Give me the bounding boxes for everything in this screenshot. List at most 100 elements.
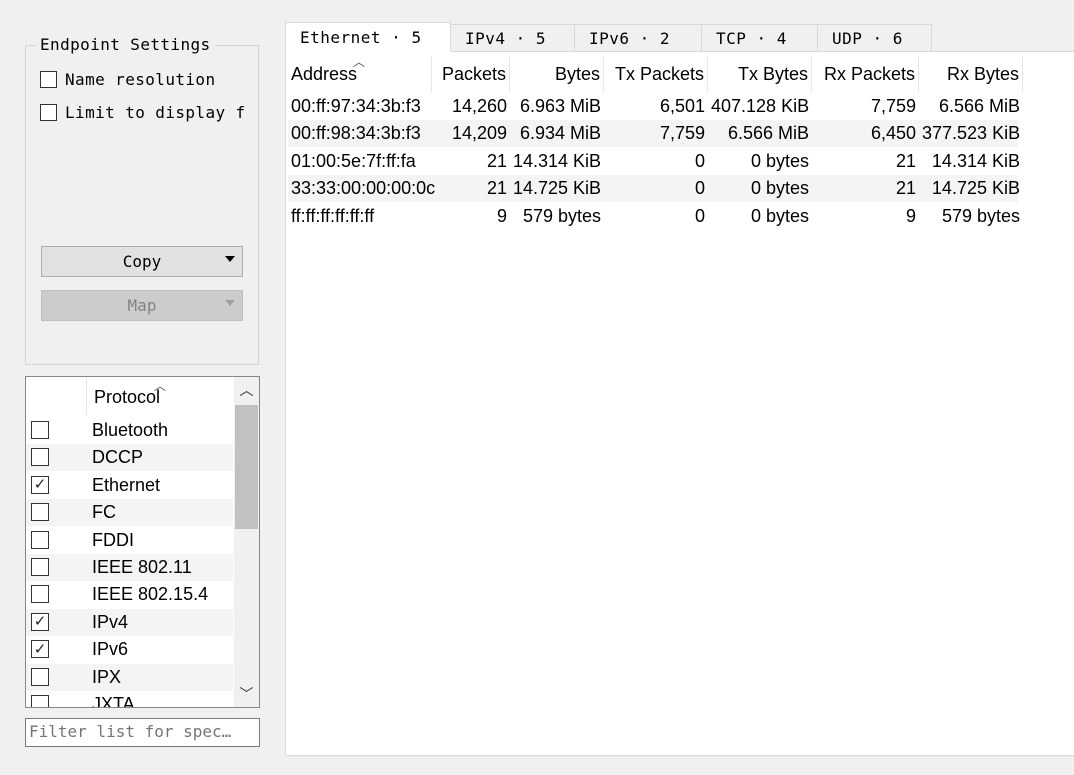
protocol-checkbox[interactable] (31, 448, 49, 467)
column-separator (86, 377, 87, 415)
protocol-checkbox[interactable]: ✓ (31, 475, 49, 494)
column-header-tx-packets[interactable]: Tx Packets (604, 56, 708, 92)
checkmark-icon: ✓ (33, 640, 47, 658)
protocol-list-item[interactable]: FC (26, 499, 233, 527)
protocol-checkbox[interactable] (31, 421, 49, 439)
limit-display-label: Limit to display f (65, 103, 246, 122)
table-cell: 9 (905, 205, 916, 226)
column-header-label: Tx Packets (614, 63, 704, 84)
tab-udp[interactable]: UDP · 6 (817, 24, 932, 51)
table-cell: 00:ff:98:34:3b:f3 (291, 123, 421, 144)
protocol-name: Bluetooth (92, 420, 169, 440)
protocol-column-header[interactable]: Protocol (94, 387, 160, 408)
column-header-address[interactable]: Address ︿ (288, 55, 432, 92)
protocol-filter-input[interactable]: Filter list for spec… (25, 718, 260, 747)
column-header-label: Bytes (554, 63, 600, 84)
scroll-up-icon[interactable]: ︿ (234, 377, 259, 403)
table-cell: 21 (895, 150, 916, 171)
scrollbar-thumb[interactable] (235, 405, 258, 529)
protocol-name: DCCP (92, 447, 144, 468)
table-cell: 579 bytes (941, 205, 1020, 226)
table-row[interactable]: 00:ff:97:34:3b:f3 14,260 6.963 MiB 6,501 407… (288, 93, 1020, 120)
chevron-down-icon (225, 300, 235, 306)
protocol-list[interactable]: ︿ Protocol Bluetooth DCCP ✓ Ethernet FC FDDI I… (25, 376, 260, 708)
protocol-list-header[interactable]: ︿ Protocol (26, 377, 233, 416)
table-cell: 6.566 MiB (938, 96, 1020, 116)
protocol-checkbox[interactable] (31, 503, 49, 522)
limit-display-checkbox[interactable] (40, 104, 57, 121)
column-header-tx-bytes[interactable]: Tx Bytes (708, 56, 812, 92)
table-row[interactable]: 00:ff:98:34:3b:f3 14,209 6.934 MiB 7,759 6.5… (288, 120, 1020, 148)
protocol-checkbox[interactable] (31, 530, 49, 549)
protocol-checkbox[interactable] (31, 695, 49, 707)
table-cell: 377.523 KiB (922, 123, 1021, 144)
limit-display-option[interactable]: Limit to display f (40, 103, 255, 122)
tab-ipv6[interactable]: IPv6 · 2 (574, 24, 702, 51)
protocol-name: IEEE 802.11 (92, 557, 192, 577)
protocol-list-item[interactable]: ✓ IPv6 (26, 636, 233, 663)
table-row[interactable]: ff:ff:ff:ff:ff:ff 9 579 bytes 0 0 bytes 9 579 … (288, 203, 1020, 230)
table-cell: 14.314 KiB (931, 150, 1020, 171)
name-resolution-label: Name resolution (65, 70, 216, 89)
column-header-packets[interactable]: Packets (432, 56, 510, 92)
table-cell: 33:33:00:00:00:0c (291, 178, 436, 199)
table-cell: 21 (895, 178, 916, 199)
endpoint-settings-legend: Endpoint Settings (36, 35, 215, 54)
protocol-list-item[interactable]: DCCP (26, 444, 233, 472)
protocol-name: IPX (92, 666, 122, 687)
column-header-label: Rx Bytes (946, 63, 1019, 84)
protocol-name: IPv6 (92, 639, 129, 660)
table-cell: 579 bytes (522, 205, 601, 226)
name-resolution-option[interactable]: Name resolution (40, 70, 255, 89)
table-cell: 21 (486, 178, 507, 199)
table-cell: 6,501 (659, 96, 705, 116)
column-header-label: Tx Bytes (737, 63, 808, 84)
protocol-list-item[interactable]: ✓ IPv4 (26, 608, 233, 636)
protocol-name: JXTA (92, 694, 135, 708)
tab-ipv4[interactable]: IPv4 · 5 (450, 24, 575, 51)
table-cell: 00:ff:97:34:3b:f3 (291, 96, 421, 116)
table-cell: 0 (694, 178, 705, 199)
copy-button-label: Copy (122, 252, 162, 271)
table-cell: 14.314 KiB (513, 150, 602, 171)
protocol-list-item[interactable]: IEEE 802.11 (26, 554, 233, 581)
column-header-label: Address (291, 63, 358, 84)
table-row[interactable]: 33:33:00:00:00:0c 21 14.725 KiB 0 0 bytes 21 1… (288, 175, 1020, 203)
table-cell: 6.934 MiB (519, 123, 601, 144)
protocol-list-item[interactable]: FDDI (26, 527, 233, 554)
table-cell: 0 bytes (750, 150, 809, 171)
tab-ethernet[interactable]: Ethernet · 5 (285, 22, 451, 52)
column-header-bytes[interactable]: Bytes (510, 56, 604, 92)
scroll-down-icon[interactable]: ﹀ (234, 681, 259, 707)
name-resolution-checkbox[interactable] (40, 71, 57, 88)
table-row[interactable]: 01:00:5e:7f:ff:fa 21 14.314 KiB 0 0 bytes 21 1… (288, 148, 1020, 175)
protocol-list-item[interactable]: IPX (26, 663, 233, 691)
column-header-rx-packets[interactable]: Rx Packets (812, 56, 919, 92)
table-cell: 0 bytes (750, 178, 809, 199)
protocol-checkbox[interactable] (31, 667, 49, 686)
sort-ascending-icon: ︿ (353, 55, 366, 69)
protocol-list-item[interactable]: IEEE 802.15.4 (26, 581, 233, 608)
map-button: Map (41, 290, 243, 321)
protocol-list-item[interactable]: ✓ Ethernet (26, 472, 233, 499)
protocol-list-item[interactable]: JXTA (26, 691, 233, 708)
table-cell: 6,450 (870, 123, 916, 144)
protocol-checkbox[interactable] (31, 558, 49, 576)
protocol-checkbox[interactable]: ✓ (31, 612, 49, 631)
table-cell: 0 (694, 205, 705, 226)
tab-tcp[interactable]: TCP · 4 (701, 24, 818, 51)
protocol-list-item[interactable]: Bluetooth (26, 417, 233, 444)
protocol-checkbox[interactable] (31, 585, 49, 604)
column-header-rx-bytes[interactable]: Rx Bytes (919, 56, 1023, 92)
table-cell: 407.128 KiB (711, 96, 810, 116)
table-cell: 01:00:5e:7f:ff:fa (291, 150, 416, 171)
table-cell: 6.566 MiB (727, 123, 809, 144)
copy-button[interactable]: Copy (41, 246, 243, 277)
protocol-name: IEEE 802.15.4 (92, 584, 209, 605)
table-cell: 14,260 (451, 96, 507, 116)
table-cell: 6.963 MiB (519, 96, 601, 116)
table-cell: 0 bytes (750, 205, 809, 226)
endpoints-table-panel: Address ︿ Packets Bytes Tx Packets Tx Bytes Rx… (285, 51, 1074, 756)
protocol-checkbox[interactable]: ✓ (31, 640, 49, 659)
table-cell: 7,759 (870, 96, 916, 116)
